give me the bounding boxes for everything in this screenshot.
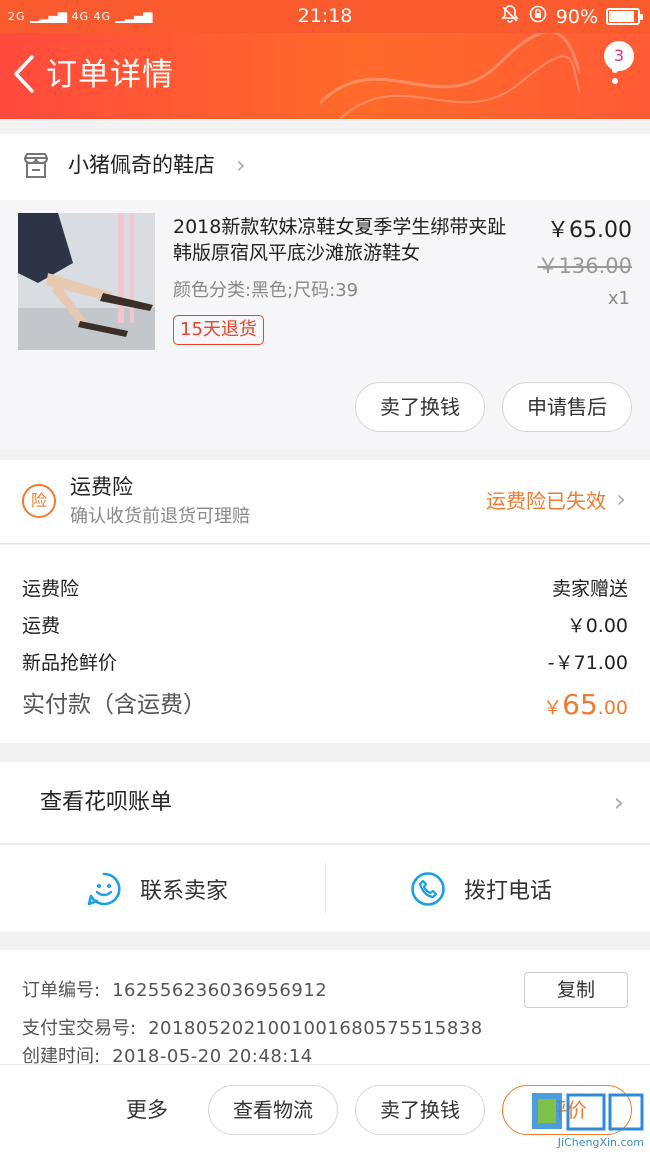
view-logistics-button[interactable]: 查看物流: [208, 1085, 338, 1135]
more-actions-button[interactable]: 更多: [126, 1095, 168, 1125]
order-info: 订单编号: 162556236036956912 复制 支付宝交易号: 201805…: [0, 950, 650, 1070]
product-image[interactable]: [18, 213, 155, 350]
call-phone-button[interactable]: 拨打电话: [410, 869, 552, 909]
call-phone-label: 拨打电话: [464, 879, 553, 904]
contact-seller-label: 联系卖家: [140, 879, 229, 904]
fee-row: 运费 ￥0.00: [22, 610, 628, 642]
product-card: 2018新款软妹凉鞋女夏季学生绑带夹趾韩版原宿风平底沙滩旅游鞋女 颜色分类:黑色…: [0, 200, 650, 450]
fee-label: 运费: [22, 615, 61, 637]
contact-bar: 联系卖家 拨打电话: [0, 845, 650, 931]
chevron-left-icon: [14, 55, 34, 93]
fee-row: 运费险 卖家赠送: [22, 573, 628, 605]
alipay-number-row: 支付宝交易号: 2018052021001001680575515838: [22, 1016, 483, 1042]
total-integer: 65: [562, 688, 598, 721]
chevron-right-icon: ›: [236, 151, 246, 179]
product-sku: 颜色分类:黑色;尺码:39: [173, 280, 359, 301]
order-number-label: 订单编号:: [22, 980, 101, 1001]
vertical-dots-icon-dot: [612, 78, 618, 84]
copy-button[interactable]: 复制: [524, 972, 628, 1008]
total-currency: ￥: [543, 697, 563, 719]
order-number-value: 162556236036956912: [112, 980, 328, 1001]
total-paid-value: ￥65.00: [543, 685, 628, 729]
shop-icon: [24, 153, 48, 178]
chat-smile-icon: [87, 872, 121, 906]
product-price: ￥65.00: [547, 218, 632, 243]
watermark-text: JiChengXin.com: [557, 1136, 644, 1149]
product-name[interactable]: 2018新款软妹凉鞋女夏季学生绑带夹趾韩版原宿风平底沙滩旅游鞋女: [173, 214, 518, 266]
alipay-number-label: 支付宝交易号:: [22, 1018, 137, 1039]
battery-icon: [606, 8, 643, 25]
battery-percent: 90%: [555, 5, 598, 28]
product-quantity: x1: [607, 288, 630, 309]
shop-row[interactable]: 小猪佩奇的鞋店 ›: [0, 134, 650, 200]
phone-icon: [411, 872, 445, 906]
fee-label: 新品抢鲜价: [22, 652, 118, 674]
fee-row: 新品抢鲜价 -￥71.00: [22, 647, 628, 679]
mute-bell-icon: [500, 4, 520, 29]
status-icons: 90%: [500, 4, 643, 29]
fee-label: 运费险: [22, 578, 80, 600]
sell-button-bottom[interactable]: 卖了换钱: [355, 1085, 485, 1135]
back-button[interactable]: [10, 51, 40, 97]
more-menu-button[interactable]: [610, 67, 620, 117]
fee-summary: 运费险 卖家赠送 运费 ￥0.00 新品抢鲜价 -￥71.00 实付款（含运费）…: [0, 545, 650, 743]
huabei-bill-label: 查看花呗账单: [40, 790, 173, 815]
return-policy-badge: 15天退货: [173, 315, 264, 345]
status-bar: 2G ▁▂▄▆ 4G 4G ▁▂▄▆ 21:18 90%: [0, 0, 650, 33]
watermark-logo: [532, 1093, 644, 1131]
vertical-dots-icon: [612, 67, 618, 73]
insurance-status: 运费险已失效: [486, 489, 606, 513]
shop-name: 小猪佩奇的鞋店: [68, 153, 215, 177]
app-header: 订单详情 3: [0, 33, 650, 119]
site-watermark: JiChengXin.com: [528, 1089, 646, 1149]
fee-value: -￥71.00: [547, 652, 628, 674]
header-decoration: [320, 33, 580, 119]
total-paid-label: 实付款（含运费）: [22, 692, 206, 718]
insurance-icon: 险: [22, 484, 56, 518]
shipping-insurance-row[interactable]: 险 运费险 确认收货前退货可理赔 运费险已失效 ›: [0, 460, 650, 544]
insurance-title: 运费险: [70, 475, 133, 499]
alipay-number-value: 2018052021001001680575515838: [148, 1018, 483, 1039]
fee-value: ￥0.00: [566, 615, 628, 637]
contact-seller-button[interactable]: 联系卖家: [86, 869, 228, 909]
fee-value: 卖家赠送: [551, 578, 628, 600]
chevron-right-icon: ›: [616, 485, 626, 513]
contact-divider: [325, 863, 326, 913]
insurance-subtitle: 确认收货前退货可理赔: [70, 506, 250, 527]
original-price: ￥136.00: [537, 254, 632, 278]
chevron-right-icon: ›: [613, 788, 624, 818]
huabei-bill-row[interactable]: 查看花呗账单 ›: [0, 762, 650, 844]
total-paid-row: 实付款（含运费） ￥65.00: [22, 685, 628, 725]
alarm-lock-icon: [528, 4, 548, 29]
sell-button[interactable]: 卖了换钱: [355, 382, 485, 432]
order-number-row: 订单编号: 162556236036956912: [22, 978, 327, 1004]
page-title: 订单详情: [46, 57, 174, 93]
sandal-photo: [18, 213, 155, 350]
order-detail-page: 2G ▁▂▄▆ 4G 4G ▁▂▄▆ 21:18 90% 订单详情 3 小猪佩奇…: [0, 0, 650, 1155]
after-sales-button[interactable]: 申请售后: [502, 382, 632, 432]
total-decimal: .00: [597, 697, 628, 719]
